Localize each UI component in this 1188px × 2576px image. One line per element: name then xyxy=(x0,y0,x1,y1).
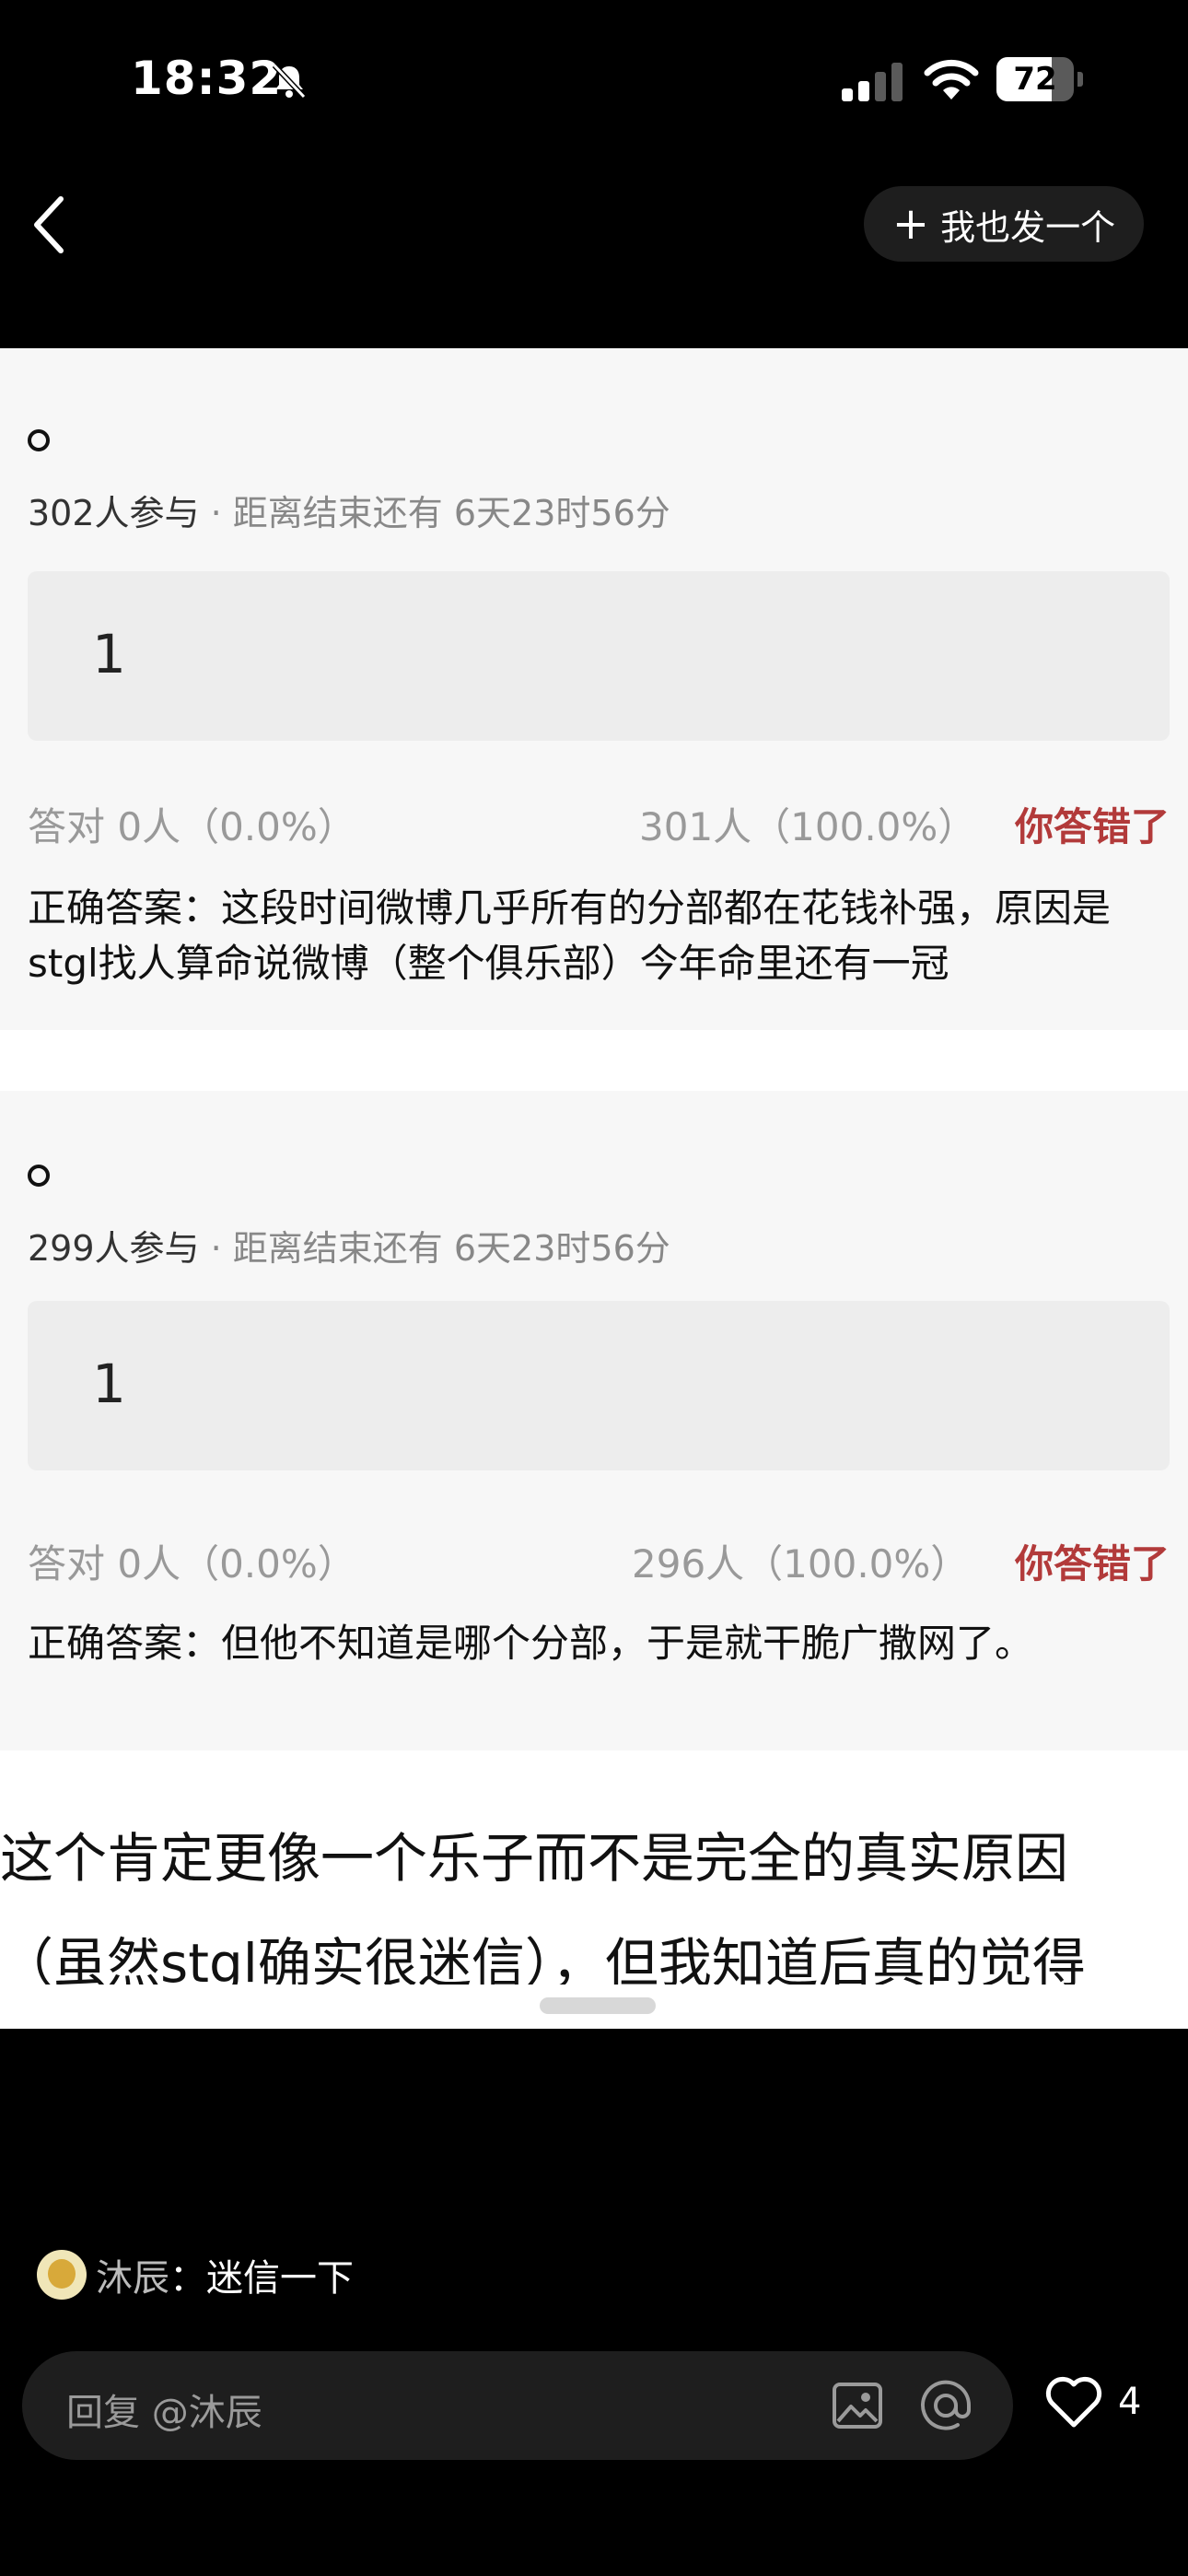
plus-icon: + xyxy=(891,198,930,250)
avatar xyxy=(37,2250,87,2300)
correct-answer: 正确答案：这段时间微博几乎所有的分部都在花钱补强，原因是stgl找人算命说微博（… xyxy=(28,885,1112,986)
image-icon[interactable] xyxy=(831,2379,884,2432)
result-label: 你答错了 xyxy=(1014,804,1170,849)
bullet-icon xyxy=(28,1165,50,1187)
time-remaining: · 距离结束还有 6天23时56分 xyxy=(210,493,670,533)
correct-answer: 正确答案：但他不知道是哪个分部，于是就干脆广撒网了。 xyxy=(28,1621,1034,1666)
post-also-button[interactable]: + 我也发一个 xyxy=(864,186,1144,262)
quiz-meta: 299人参与 · 距离结束还有 6天23时56分 xyxy=(28,1220,670,1270)
status-time: 18:32 xyxy=(131,52,283,105)
divider xyxy=(0,1030,1188,1091)
correct-stat: 答对 0人（0.0%） xyxy=(28,1541,356,1587)
wrong-stat: 301人（100.0%） xyxy=(639,804,977,849)
quiz-option: 1 xyxy=(28,1301,1170,1470)
post-also-label: 我也发一个 xyxy=(940,206,1116,248)
option-label: 1 xyxy=(92,1352,126,1415)
correct-stat: 答对 0人（0.0%） xyxy=(28,804,356,849)
quiz-card: 302人参与 · 距离结束还有 6天23时56分 1 答对 0人（0.0%） 3… xyxy=(0,348,1188,1030)
battery-percent: 72 xyxy=(1013,61,1057,98)
comment-row[interactable]: 沐辰 ：迷信一下 xyxy=(37,2248,354,2301)
bell-muted-icon xyxy=(272,63,307,100)
cellular-signal-icon xyxy=(842,63,903,101)
post-image[interactable]: 302人参与 · 距离结束还有 6天23时56分 1 答对 0人（0.0%） 3… xyxy=(0,348,1188,2029)
back-chevron-icon[interactable] xyxy=(24,192,76,258)
caption-line: 这个肯定更像一个乐子而不是完全的真实原因 xyxy=(0,1827,1069,1890)
wrong-stat: 296人（100.0%） xyxy=(632,1541,970,1587)
time-remaining: · 距离结束还有 6天23时56分 xyxy=(210,1228,670,1269)
quiz-option: 1 xyxy=(28,571,1170,741)
option-label: 1 xyxy=(92,623,126,685)
result-label: 你答错了 xyxy=(1014,1541,1170,1587)
quiz-meta: 302人参与 · 距离结束还有 6天23时56分 xyxy=(28,485,670,535)
bullet-icon xyxy=(28,429,50,451)
mention-icon[interactable] xyxy=(917,2377,974,2434)
caption-line: （虽然stgl确实很迷信），但我知道后真的觉得 xyxy=(0,1932,1086,1985)
scroll-handle xyxy=(540,1997,656,2014)
comment-author: 沐辰 xyxy=(96,2257,169,2300)
participants-count: 299人参与 xyxy=(28,1228,200,1269)
heart-icon[interactable] xyxy=(1044,2375,1103,2430)
reply-placeholder: 回复 @沐辰 xyxy=(66,2392,262,2434)
comment-text: ：迷信一下 xyxy=(169,2257,354,2300)
reply-input[interactable]: 回复 @沐辰 xyxy=(22,2351,1013,2460)
battery-indicator: 72 xyxy=(996,57,1085,101)
participants-count: 302人参与 xyxy=(28,493,200,533)
like-count: 4 xyxy=(1118,2381,1142,2423)
quiz-card: 299人参与 · 距离结束还有 6天23时56分 1 答对 0人（0.0%） 2… xyxy=(0,1091,1188,1751)
wifi-icon xyxy=(924,59,979,100)
